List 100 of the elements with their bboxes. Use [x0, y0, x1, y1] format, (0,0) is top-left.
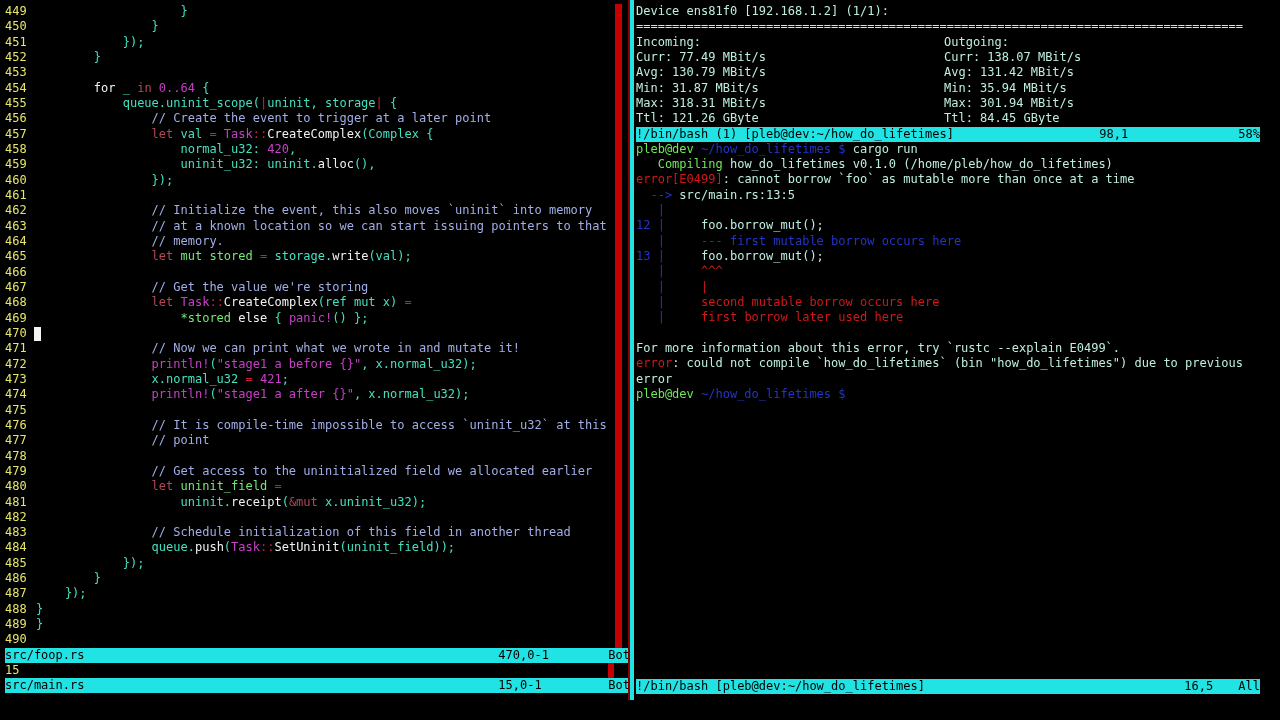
code-line: uninit.receipt(&mut x.uninit_u32);	[179, 494, 427, 510]
terminal-line: Compiling how_do_lifetimes v0.1.0 (/home/pleb/how_do_lifetimes)	[656, 156, 1113, 172]
terminal-line: 13 | foo.borrow_mut();	[636, 248, 824, 265]
code-line: }	[36, 601, 44, 618]
column-heading: Incoming:	[636, 34, 703, 50]
line-number: 471	[5, 341, 28, 357]
line-number: 482	[5, 509, 28, 526]
line-number: 455	[5, 95, 28, 112]
stat-line: Avg: 131.42 MBit/s	[944, 65, 1076, 81]
line-number: 483	[5, 525, 28, 541]
line-number: 454	[5, 80, 28, 96]
scroll-position: Bot	[608, 678, 630, 694]
code-line: // Get the value we're storing	[150, 279, 369, 296]
code-line: }	[179, 4, 188, 20]
line-number: 453	[5, 65, 28, 81]
terminal-line: | |	[656, 279, 709, 295]
line-number: 489	[5, 617, 28, 633]
line-number: 473	[5, 371, 28, 388]
terminal-line: | second mutable borrow occurs here	[656, 294, 940, 311]
code-line: });	[150, 172, 174, 188]
file-name: src/foop.rs	[5, 647, 86, 663]
code-line: // at a known location so we can start issuing pointers to that	[150, 218, 607, 234]
stat-line: Max: 301.94 MBit/s	[944, 95, 1076, 112]
code-line: let uninit_field =	[150, 479, 282, 495]
code-line: uninit_u32: uninit.alloc(),	[179, 157, 376, 173]
scroll-position: 58%	[1238, 126, 1260, 142]
line-number: 449	[5, 4, 28, 20]
code-line: // It is compile-time impossible to access `uninit_u32` at this	[150, 417, 607, 434]
line-number: 490	[5, 632, 28, 648]
line-number: 460	[5, 172, 28, 188]
code-line: // point	[150, 433, 210, 449]
terminal-line: | --- first mutable borrow occurs here	[656, 233, 962, 249]
terminal-line: --> src/main.rs:13:5	[649, 187, 795, 203]
stat-line: Ttl: 84.45 GByte	[944, 111, 1061, 127]
file-name: src/main.rs	[5, 678, 86, 694]
terminal-line: error: could not compile `how_do_lifetimes` (bin "how_do_lifetimes") due to previous	[636, 356, 1243, 372]
line-number: 481	[5, 494, 28, 510]
code-line: // Get access to the uninitialized field we allocated earlier	[150, 463, 593, 480]
cursor-position: 15,0-1	[498, 678, 543, 694]
stat-line: Max: 318.31 MBit/s	[636, 95, 768, 112]
line-number: 484	[5, 540, 28, 556]
line-number: 487	[5, 586, 28, 602]
line-number: 15	[5, 662, 21, 679]
line-number: 469	[5, 310, 28, 326]
terminal-line: pleb@dev ~/how_do_lifetimes $	[636, 386, 846, 403]
stat-line: Curr: 138.07 MBit/s	[944, 50, 1083, 66]
line-number: 468	[5, 295, 28, 311]
code-line: }	[92, 50, 102, 66]
code-line: queue.uninit_scope(|uninit, storage| {	[121, 95, 398, 112]
code-line: // Initialize the event, this also moves `uninit` into memory	[150, 203, 593, 219]
line-number: 485	[5, 555, 28, 572]
terminal-line: pleb@dev ~/how_do_lifetimes $ cargo run	[636, 141, 918, 157]
stat-line: Ttl: 121.26 GByte	[636, 111, 760, 127]
column-heading: Outgoing:	[944, 34, 1011, 50]
code-line: // Create the event to trigger at a later point	[150, 111, 492, 127]
cursor-position: 470,0-1	[498, 647, 550, 663]
code-line: let mut stored = storage.write(val);	[150, 249, 412, 265]
terminal-line: error	[636, 371, 673, 387]
line-number: 479	[5, 463, 28, 480]
window-title: !/bin/bash [pleb@dev:~/how_do_lifetimes]	[636, 679, 926, 694]
cursor-position: 16,5	[1184, 679, 1215, 694]
line-number: 456	[5, 111, 28, 127]
code-line: normal_u32: 420,	[179, 141, 297, 158]
separator-line: ====================================================================================	[636, 19, 1244, 35]
stat-line: Min: 35.94 MBit/s	[944, 80, 1068, 96]
line-number: 467	[5, 279, 28, 296]
terminal-line: | first borrow later used here	[656, 310, 904, 326]
cursor-position: 98,1	[1099, 126, 1130, 142]
terminal-line: For more information about this error, try `rustc --explain E0499`.	[636, 340, 1121, 356]
terminal-line: |	[656, 202, 665, 219]
line-number: 450	[5, 19, 28, 35]
line-number: 480	[5, 479, 28, 495]
line-number: 475	[5, 402, 28, 418]
code-line: queue.push(Task::SetUninit(uninit_field));	[150, 540, 456, 556]
line-number: 478	[5, 448, 28, 464]
code-line: println!("stage1 a before {}", x.normal_u32);	[150, 356, 477, 372]
stat-line: Curr: 77.49 MBit/s	[636, 50, 768, 66]
terminal-line: 12 | foo.borrow_mut();	[636, 218, 824, 234]
code-line: // memory.	[150, 233, 224, 250]
line-number: 466	[5, 264, 28, 280]
line-number: 477	[5, 433, 28, 449]
code-line: // Now we can print what we wrote in and mutate it!	[150, 341, 521, 357]
device-title: Device ens81f0 [192.168.1.2] (1/1):	[636, 4, 890, 20]
code-line: // Schedule initialization of this field in another thread	[150, 525, 571, 541]
line-number: 472	[5, 356, 28, 372]
scroll-position: All	[1238, 679, 1260, 694]
line-number: 474	[5, 387, 28, 403]
code-line: }	[36, 617, 44, 633]
line-number: 486	[5, 571, 28, 587]
code-line: }	[92, 571, 102, 587]
line-number: 461	[5, 187, 28, 204]
line-number: 457	[5, 126, 28, 142]
code-line: x.normal_u32 = 421;	[150, 371, 289, 388]
line-number: 452	[5, 50, 28, 66]
terminal-line: | ^^^	[656, 264, 723, 280]
scroll-position: Bot	[608, 647, 630, 663]
line-number: 488	[5, 601, 28, 618]
code-line: let val = Task::CreateComplex(Complex {	[150, 126, 434, 142]
line-number: 476	[5, 417, 28, 434]
line-number: 451	[5, 34, 28, 50]
